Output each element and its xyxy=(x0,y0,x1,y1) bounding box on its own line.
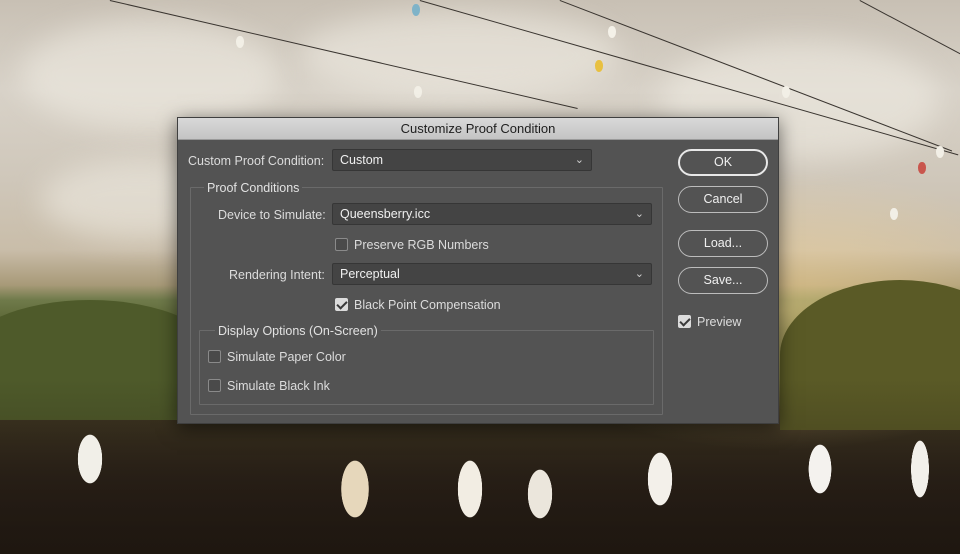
light-bulb xyxy=(936,146,944,158)
proof-conditions-legend: Proof Conditions xyxy=(204,181,303,195)
light-bulb xyxy=(595,60,603,72)
light-bulb xyxy=(236,36,244,48)
light-bulb xyxy=(608,26,616,38)
display-options-group xyxy=(199,330,654,405)
save-button[interactable]: Save... xyxy=(678,267,768,294)
cancel-button[interactable]: Cancel xyxy=(678,186,768,213)
preview-checkbox[interactable] xyxy=(678,315,691,328)
ok-button[interactable]: OK xyxy=(678,149,768,176)
light-bulb xyxy=(414,86,422,98)
display-options-legend: Display Options (On-Screen) xyxy=(215,324,381,338)
preview-label[interactable]: Preview xyxy=(697,315,741,329)
light-bulb xyxy=(782,86,790,98)
rendering-intent-select[interactable]: Perceptual ⌄ xyxy=(332,263,652,285)
device-to-simulate-select[interactable]: Queensberry.icc ⌄ xyxy=(332,203,652,225)
device-to-simulate-value: Queensberry.icc xyxy=(340,207,431,221)
chevron-down-icon: ⌄ xyxy=(574,154,584,166)
chevron-down-icon: ⌄ xyxy=(634,268,644,280)
simulate-paper-color-checkbox[interactable] xyxy=(208,350,221,363)
preserve-rgb-numbers-checkbox[interactable] xyxy=(335,238,348,251)
chevron-down-icon: ⌄ xyxy=(634,208,644,220)
light-bulb xyxy=(412,4,420,16)
dialog-title[interactable]: Customize Proof Condition xyxy=(178,118,778,140)
custom-proof-condition-label: Custom Proof Condition: xyxy=(188,154,325,168)
rendering-intent-value: Perceptual xyxy=(340,267,400,281)
black-point-compensation-label[interactable]: Black Point Compensation xyxy=(354,298,501,312)
simulate-paper-color-label[interactable]: Simulate Paper Color xyxy=(227,350,346,364)
light-bulb xyxy=(918,162,926,174)
simulate-black-ink-label[interactable]: Simulate Black Ink xyxy=(227,379,330,393)
light-bulb xyxy=(890,208,898,220)
load-button[interactable]: Load... xyxy=(678,230,768,257)
preserve-rgb-numbers-label[interactable]: Preserve RGB Numbers xyxy=(354,238,489,252)
device-to-simulate-label: Device to Simulate: xyxy=(218,208,326,222)
customize-proof-condition-dialog: Customize Proof Condition Custom Proof C… xyxy=(177,117,779,424)
rendering-intent-label: Rendering Intent: xyxy=(229,268,325,282)
custom-proof-condition-select[interactable]: Custom ⌄ xyxy=(332,149,592,171)
custom-proof-condition-value: Custom xyxy=(340,153,384,167)
simulate-black-ink-checkbox[interactable] xyxy=(208,379,221,392)
black-point-compensation-checkbox[interactable] xyxy=(335,298,348,311)
